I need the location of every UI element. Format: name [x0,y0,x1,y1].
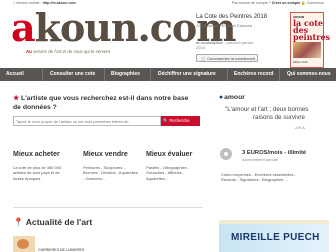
tagline-prefix: Au [26,49,32,54]
column-mieux-vendre: Mieux vendre Peintures - Sculptures - Bro… [83,151,138,181]
no-account-text: Pas encore de compte ? [231,1,271,5]
nav-divider [42,68,43,81]
login-link[interactable]: Connexion [307,1,324,5]
column-mieux-evaluer: Mieux évaluer Pastels - Lithographies -G… [146,151,192,181]
artist-search-input[interactable] [13,116,161,126]
logo-tagline: Au service de l'art et de ceux qui le se… [26,49,110,54]
gear-icon [220,148,232,160]
star-icon: ★ [13,95,20,102]
amour-quote-box: ●amour "L'amour et l'art : deux bonnes ra… [219,94,324,134]
nav-divider [227,68,228,81]
column-line: artistes de tous pays et de [13,170,60,176]
search-question: ★ L'artiste que vous recherchez est-il d… [13,94,198,112]
news-thumbnail[interactable] [13,236,35,252]
amour-quote: "L'amour et l'art : deux bonnes raisons d… [225,106,308,123]
column-line: La cote de plus de 380 000 [13,165,62,170]
news-banner-image[interactable]: MIREILLE PUECH [219,220,329,252]
news-item-title[interactable]: CARRIERES DE LUMIERES [38,248,84,252]
nav-divider [279,68,280,81]
section-divider [13,207,203,208]
search-icon: 🔍 [163,118,169,123]
order-now-label: Commandez la maintenant [207,56,255,61]
news-heading: 📍 Actualité de l'art [13,217,92,228]
nav-dechiffrer-signature[interactable]: Déchiffrer une signature [158,68,216,81]
column-title[interactable]: Mieux acheter [13,151,60,158]
column-line: Bronzes - Dessins - Aquarelles [83,170,138,176]
column-text: Pastels - Lithographies - Gouaches - Affi… [146,165,189,181]
column-line: Gouaches - Affiches - [146,170,185,176]
tagline-text: service de l'art et de ceux qui le serve… [33,49,111,54]
subscription-subtitle: Abonnement annuel [242,157,278,162]
logo-letter: a [11,5,36,50]
column-title[interactable]: Mieux évaluer [146,151,192,158]
lock-icon: 🔒 [301,1,306,5]
parution-label: - parution janvier [224,40,254,45]
book-title-line-3: peintres [293,32,331,42]
quote-line-2: raisons de survivre [253,114,305,122]
nav-divider [104,68,105,81]
subscription-line: Records - Signatures - Biographies ... [221,177,288,183]
advert-title[interactable]: La Cote des Peintres 2018 [196,14,267,20]
create-account-link[interactable]: Créer un compte [272,1,301,5]
amour-heading: ●amour [219,94,245,101]
advert-subtitle: J-R-A Akoun · Éditions Eiamdra [196,23,253,28]
order-now-button[interactable]: 🛒 Commandez la maintenant [196,54,258,62]
subscription-title: 3 EUROS/mois - illimité [242,150,307,156]
book-advert: La Cote des Peintres 2018 J-R-A Akoun · … [194,12,330,68]
column-text: La cote de plus de 380 000 artistes de to… [13,165,61,181]
amour-title: amour [224,94,245,101]
pin-icon: 📍 [13,217,24,227]
banner-title: MIREILLE PUECH [231,232,320,243]
nav-accueil[interactable]: Accueil [6,68,24,81]
nav-qui-sommes-nous[interactable]: Qui sommes-nous [287,68,331,81]
subscription-box[interactable]: 3 EUROS/mois - illimité Abonnement annue… [219,148,329,182]
search-question-text: L'artiste que vous recherchez est-il dan… [13,95,189,111]
book-cover-image[interactable]: AKOUN la cote des peintres Édition 2018 [290,12,330,68]
parution-year: 2018 [196,45,205,50]
column-line: Peintures - Sculptures - [83,165,125,170]
banner-strip [219,220,329,224]
nav-divider [150,68,151,81]
nav-biographies[interactable]: Biographies [111,68,140,81]
account-links: Pas encore de compte ? Créer un compte 🔒… [232,1,324,5]
cart-icon: 🛒 [201,56,207,61]
search-button-label: Recherche [169,118,190,123]
main-navigation: Accueil Consulter une cote Biographies D… [0,68,336,81]
search-button[interactable]: 🔍 Recherche [161,116,200,126]
column-title[interactable]: Mieux vendre [83,151,128,158]
quote-signature: J.R.A [295,125,305,130]
book-cover-artwork [293,42,321,58]
news-heading-text: Actualité de l'art [25,217,93,227]
book-footer: Édition 2018 [293,61,308,64]
subscription-features: Cotes moyennes - Enchères essentielles -… [221,172,296,183]
column-text: Peintures - Sculptures - Bronzes - Dessin… [83,165,138,181]
book-title: la cote des peintres [293,19,331,42]
nav-encheres-record[interactable]: Enchères record [234,68,273,81]
column-line: - Gravures... [83,175,106,181]
column-line: Aquarelles... [146,175,169,181]
column-mieux-acheter: Mieux acheter La cote de plus de 380 000… [13,151,61,181]
subscription-line: Cotes moyennes - Enchères essentielles - [221,172,296,177]
bulb-icon: ● [219,94,224,101]
column-line: toutes époques [13,175,41,181]
column-line: Pastels - Lithographies - [146,165,190,170]
quote-line-1: "L'amour et l'art : deux bonnes [225,106,309,113]
site-logo[interactable]: akoun.com Au service de l'art et de ceux… [9,5,236,56]
nav-consulter-cote[interactable]: Consulter une cote [50,68,95,81]
